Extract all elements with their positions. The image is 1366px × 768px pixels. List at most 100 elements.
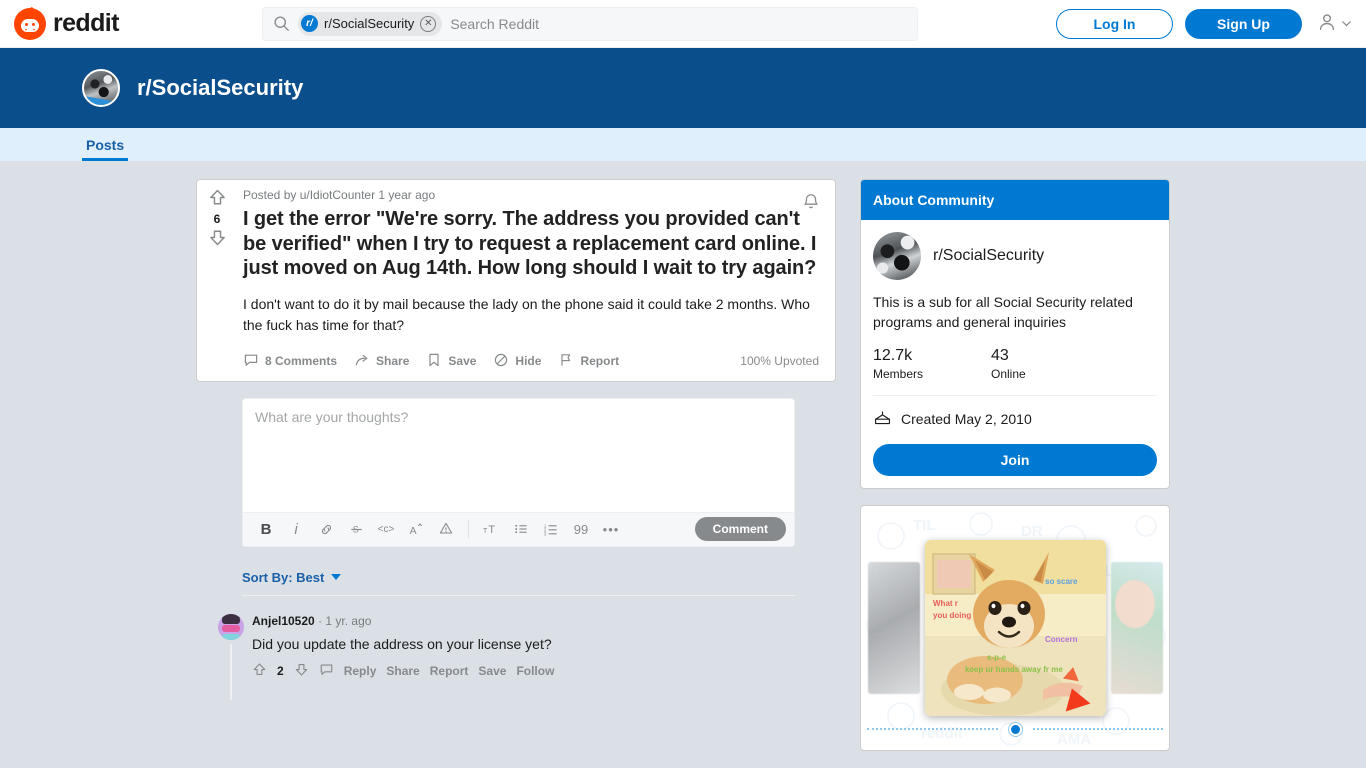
community-stats: 12.7k Members 43 Online — [873, 347, 1157, 381]
about-community-body: r/SocialSecurity This is a sub for all S… — [861, 220, 1169, 488]
svg-text:T: T — [488, 524, 495, 536]
sort-divider — [242, 594, 795, 596]
chevron-down-icon — [331, 574, 342, 581]
numbered-list-icon[interactable]: 123 — [536, 516, 566, 542]
user-account-menu[interactable] — [1316, 11, 1352, 36]
search-icon — [273, 15, 290, 32]
share-icon — [354, 352, 370, 371]
comment-share-button[interactable]: Share — [386, 664, 419, 678]
comment-downvote-icon[interactable] — [294, 662, 309, 680]
subreddit-title: r/SocialSecurity — [137, 75, 304, 100]
post-body-text: I don't want to do it by mail because th… — [243, 295, 810, 333]
upvote-icon[interactable] — [208, 188, 227, 210]
community-description: This is a sub for all Social Security re… — [873, 294, 1133, 331]
notification-bell-icon[interactable] — [801, 192, 821, 215]
carousel-active-image[interactable]: What r you doing so scare Concern s-p-e … — [924, 539, 1106, 716]
cursor-arrow-small-icon — [1062, 665, 1081, 681]
post-score: 6 — [213, 212, 221, 226]
comment-author[interactable]: Anjel10520 — [252, 614, 315, 628]
online-label: Online — [991, 366, 1026, 381]
svg-text:s-p-e: s-p-e — [987, 653, 1007, 662]
clear-chip-icon[interactable]: ✕ — [420, 15, 437, 32]
community-name[interactable]: r/SocialSecurity — [933, 247, 1044, 265]
spoiler-icon[interactable] — [431, 516, 461, 542]
comment-reply-icon[interactable] — [319, 662, 334, 680]
svg-text:3: 3 — [544, 532, 547, 538]
comment-follow-button[interactable]: Follow — [516, 664, 554, 678]
hide-label: Hide — [515, 354, 542, 369]
inline-code-icon[interactable]: <c> — [371, 516, 401, 542]
post-vote-column: 6 — [197, 180, 237, 381]
comment-upvote-icon[interactable] — [252, 662, 267, 680]
main-column: 6 Posted by u/IdiotCounter 1 year ago I … — [196, 179, 836, 751]
comment-author-avatar — [218, 613, 244, 640]
carousel-active-dot[interactable] — [1008, 722, 1022, 736]
members-label: Members — [873, 366, 924, 381]
svg-text:A: A — [410, 526, 417, 537]
svg-text:T: T — [483, 528, 488, 535]
bulleted-list-icon[interactable] — [506, 516, 536, 542]
sidebar: About Community r/SocialSecurity This is… — [860, 179, 1170, 751]
card-divider — [873, 394, 1157, 396]
link-icon[interactable] — [311, 516, 341, 542]
italic-icon[interactable]: i — [281, 516, 311, 542]
post-title: I get the error "We're sorry. The addres… — [243, 208, 817, 280]
page-content: 6 Posted by u/IdiotCounter 1 year ago I … — [0, 161, 1366, 751]
carousel-dot-line-left — [867, 728, 998, 731]
subreddit-avatar — [82, 69, 120, 107]
online-count: 43 — [991, 346, 1009, 364]
members-count: 12.7k — [873, 346, 913, 364]
save-button[interactable]: Save — [426, 352, 476, 371]
svg-text:so scare: so scare — [1045, 577, 1078, 586]
comment-thread-line — [230, 643, 232, 700]
comments-label: 8 Comments — [265, 354, 338, 369]
search-input[interactable]: Search Reddit — [450, 16, 539, 32]
about-community-heading: About Community — [861, 180, 1169, 220]
comment-reply-button[interactable]: Reply — [344, 664, 377, 678]
bookmark-icon — [426, 352, 442, 371]
share-label: Share — [376, 354, 410, 369]
sign-up-button[interactable]: Sign Up — [1185, 8, 1302, 39]
comment-report-button[interactable]: Report — [430, 664, 469, 678]
sort-by-label: Sort By: Best — [242, 569, 325, 585]
tab-posts[interactable]: Posts — [82, 137, 129, 161]
hide-button[interactable]: Hide — [493, 352, 541, 371]
promoted-image-carousel[interactable]: TILDRTIL redditAMAIA — [860, 504, 1170, 751]
top-navigation-bar: reddit r/ r/SocialSecurity ✕ Search Redd… — [0, 0, 1366, 48]
subreddit-chip-icon: r/ — [301, 15, 318, 32]
share-button[interactable]: Share — [354, 352, 409, 371]
carousel-dot-line-right — [1032, 728, 1163, 731]
log-in-button[interactable]: Log In — [1056, 8, 1173, 39]
heading-icon[interactable]: TT — [476, 516, 506, 542]
search-bar[interactable]: r/ r/SocialSecurity ✕ Search Reddit — [262, 6, 918, 41]
quote-icon[interactable]: 99 — [566, 516, 596, 542]
superscript-icon[interactable]: A — [401, 516, 431, 542]
header-actions: Log In Sign Up — [1056, 8, 1352, 39]
strikethrough-icon[interactable]: S — [341, 516, 371, 542]
downvote-icon[interactable] — [208, 228, 227, 250]
submit-comment-button[interactable]: Comment — [694, 517, 786, 542]
comment-action-bar: 2 Reply Share Report Save Follow — [252, 662, 836, 680]
carousel-next-image[interactable] — [1110, 561, 1163, 694]
save-label: Save — [448, 354, 477, 369]
comment-input[interactable]: What are your thoughts? — [243, 399, 794, 512]
comment-byline: Anjel10520 · 1 yr. ago — [252, 614, 836, 628]
chevron-down-icon — [1341, 16, 1352, 32]
reddit-home-logo[interactable]: reddit — [14, 7, 224, 40]
more-options-icon[interactable]: ••• — [596, 516, 626, 542]
svg-text:What r: What r — [933, 599, 958, 608]
comment-composer: What are your thoughts? B i S <c> A T T … — [242, 397, 795, 547]
carousel-pagination — [861, 722, 1169, 736]
comments-button[interactable]: 8 Comments — [243, 352, 337, 371]
sort-by-dropdown[interactable]: Sort By: Best — [242, 569, 342, 585]
post-content: Posted by u/IdiotCounter 1 year ago I ge… — [237, 180, 835, 381]
carousel-prev-image[interactable] — [867, 561, 920, 694]
search-subreddit-chip[interactable]: r/ r/SocialSecurity ✕ — [298, 11, 443, 36]
comment-save-button[interactable]: Save — [478, 664, 506, 678]
subreddit-tab-bar: Posts — [0, 128, 1366, 161]
report-button[interactable]: Report — [558, 352, 619, 371]
comment-text: Did you update the address on your licen… — [252, 635, 552, 652]
carousel-stage: What r you doing so scare Concern s-p-e … — [861, 506, 1169, 750]
join-community-button[interactable]: Join — [873, 443, 1157, 476]
bold-icon[interactable]: B — [251, 516, 281, 542]
